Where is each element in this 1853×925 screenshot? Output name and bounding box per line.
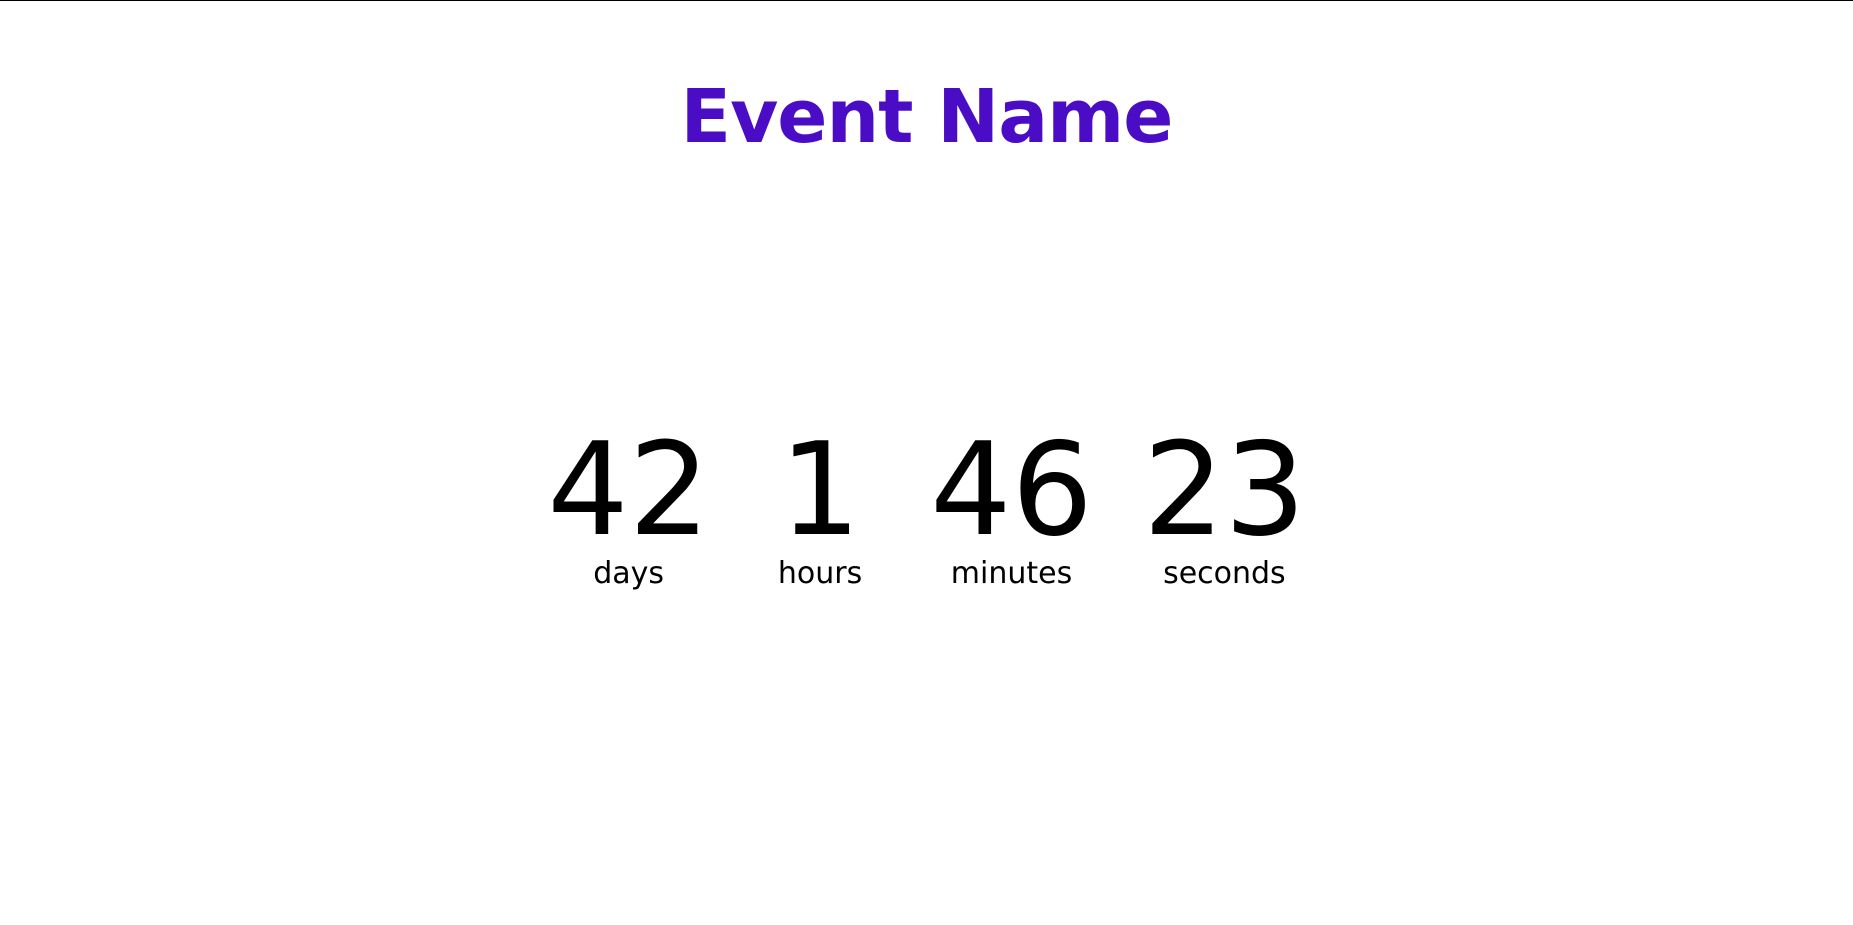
days-label: days xyxy=(593,556,665,591)
countdown-days: 42 days xyxy=(547,426,710,592)
hours-label: hours xyxy=(777,556,863,591)
seconds-value: 23 xyxy=(1142,416,1306,565)
event-title: Event Name xyxy=(680,74,1174,160)
countdown-hours: 1 hours xyxy=(760,426,880,592)
days-value: 42 xyxy=(547,416,711,565)
hours-value: 1 xyxy=(779,416,861,565)
minutes-label: minutes xyxy=(950,556,1073,591)
countdown-timer: 42 days 1 hours 46 minutes 23 seconds xyxy=(0,426,1853,592)
countdown-minutes: 46 minutes xyxy=(930,426,1093,592)
minutes-value: 46 xyxy=(930,416,1093,565)
page: Event Name 42 days 1 hours 46 minutes 23… xyxy=(0,0,1853,925)
countdown-seconds: 23 seconds xyxy=(1143,426,1306,592)
seconds-label: seconds xyxy=(1163,556,1286,591)
